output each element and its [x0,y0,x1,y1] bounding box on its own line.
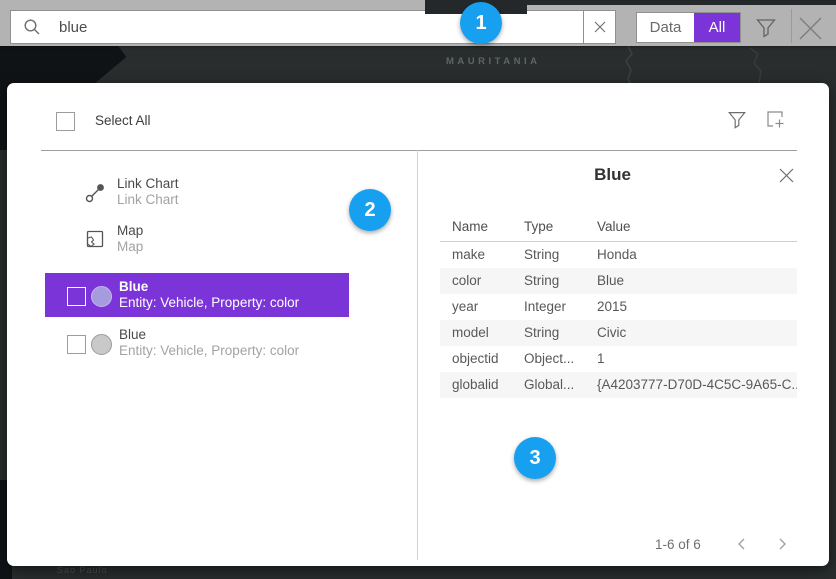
entity-circle-icon [91,286,112,307]
clear-x-icon [594,21,606,33]
column-header-value: Value [597,219,631,234]
cell-name: objectid [452,346,524,372]
table-row: model String Civic [440,320,797,346]
cell-type: String [524,320,597,346]
result-subtitle: Link Chart [117,192,179,207]
search-input[interactable] [57,18,584,37]
cell-name: make [452,242,524,268]
cell-name: model [452,320,524,346]
cell-type: String [524,242,597,268]
table-row: make String Honda [440,242,797,268]
cell-type: Object... [524,346,597,372]
map-label-bottom: Sao Paulo [57,565,108,575]
result-subtitle: Map [117,239,143,254]
cell-type: Global... [524,372,597,398]
clear-search-button[interactable] [583,10,616,44]
table-row: objectid Object... 1 [440,346,797,372]
close-search-icon[interactable] [797,15,824,47]
list-detail-divider [417,150,418,560]
entity-circle-icon [91,334,112,355]
select-all-label: Select All [95,113,151,128]
search-overlay-screen: MAURITANIA Sao Paulo Data All WESTERN 1 … [0,0,836,579]
result-title: Map [117,223,143,238]
table-row: year Integer 2015 [440,294,797,320]
attribute-table: make String Honda color String Blue year… [440,242,797,398]
callout-badge-2: 2 [349,189,391,231]
filter-icon[interactable] [755,16,777,43]
result-subtitle: Entity: Vehicle, Property: color [119,343,299,358]
cell-value: Honda [597,242,797,268]
search-icon [23,18,41,36]
map-icon [85,229,105,254]
column-header-type: Type [524,219,553,234]
cell-name: year [452,294,524,320]
search-scope-toggle: Data All [636,12,741,43]
result-title: Link Chart [117,176,179,191]
result-checkbox[interactable] [67,287,86,306]
toolbar-divider [791,9,792,43]
cell-type: Integer [524,294,597,320]
cell-value: {A4203777-D70D-4C5C-9A65-C... [597,372,797,398]
pagination-prev-icon[interactable] [735,537,749,556]
cell-value: Blue [597,268,797,294]
scope-all-button[interactable]: All [694,13,740,42]
result-title: Blue [119,279,148,294]
cell-type: String [524,268,597,294]
column-header-name: Name [452,219,488,234]
detail-close-icon[interactable] [778,167,795,189]
callout-badge-3: 3 [514,437,556,479]
results-filter-icon[interactable] [727,109,747,134]
result-checkbox[interactable] [67,335,86,354]
cell-value: Civic [597,320,797,346]
header-separator [41,150,797,151]
scope-data-button[interactable]: Data [637,13,694,42]
cell-value: 2015 [597,294,797,320]
result-subtitle: Entity: Vehicle, Property: color [119,295,299,310]
add-to-selection-icon[interactable] [764,108,786,135]
table-row: globalid Global... {A4203777-D70D-4C5C-9… [440,372,797,398]
detail-title: Blue [440,165,785,185]
result-title: Blue [119,327,146,342]
select-all-checkbox[interactable] [56,112,75,131]
table-row: color String Blue [440,268,797,294]
pagination-next-icon[interactable] [775,537,789,556]
search-results-panel: Select All Link Chart Link Chart Map Map… [7,83,829,566]
cell-name: globalid [452,372,524,398]
link-chart-icon [85,183,105,208]
cell-name: color [452,268,524,294]
callout-badge-1: 1 [460,2,502,44]
pagination-range-label: 1-6 of 6 [655,537,701,552]
search-toolbar: Data All [0,0,836,46]
cell-value: 1 [597,346,797,372]
map-label-mauritania: MAURITANIA [446,56,540,67]
